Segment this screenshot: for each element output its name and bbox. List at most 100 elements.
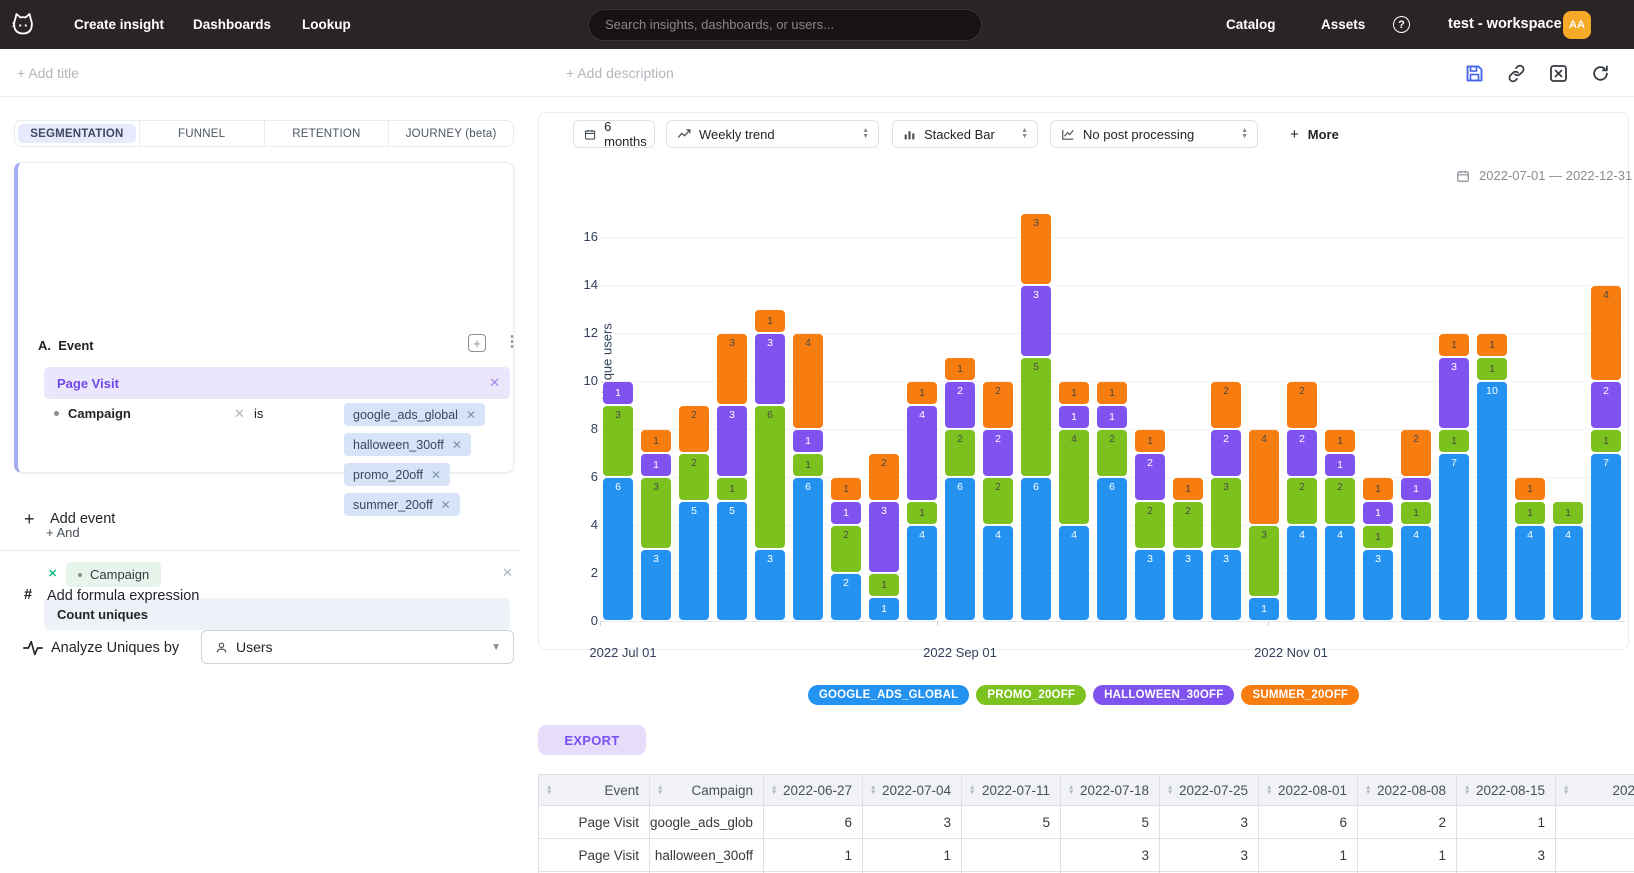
- bar-segment[interactable]: 6: [945, 478, 975, 620]
- bar-segment[interactable]: 1: [1363, 478, 1393, 500]
- more-button[interactable]: +More: [1290, 120, 1339, 148]
- nav-create-insight[interactable]: Create insight: [74, 0, 164, 49]
- bar-segment[interactable]: 5: [1021, 358, 1051, 476]
- add-event-button[interactable]: Add event: [50, 511, 115, 527]
- bar-segment[interactable]: 1: [641, 430, 671, 452]
- bar-segment[interactable]: 3: [755, 334, 785, 404]
- bar-segment[interactable]: 2: [1135, 454, 1165, 500]
- sort-icon[interactable]: ▲▼: [1167, 785, 1173, 795]
- bar-segment[interactable]: 6: [1021, 478, 1051, 620]
- post-processing-select[interactable]: No post processing ▲▼: [1050, 120, 1258, 148]
- bar-segment[interactable]: 2: [831, 574, 861, 620]
- table-header-cell[interactable]: ▲▼2022-08-08: [1358, 774, 1457, 806]
- bar-segment[interactable]: 3: [1249, 526, 1279, 596]
- bar-segment[interactable]: 4: [907, 526, 937, 620]
- sort-icon[interactable]: ▲▼: [969, 785, 975, 795]
- bar-segment[interactable]: 1: [1363, 502, 1393, 524]
- time-range-button[interactable]: 6 months: [573, 120, 655, 148]
- global-search-input[interactable]: Search insights, dashboards, or users...: [588, 9, 982, 41]
- bar-segment[interactable]: 1: [869, 574, 899, 596]
- table-header-cell[interactable]: ▲▼202: [1556, 774, 1634, 806]
- analyze-by-select[interactable]: Users ▼: [201, 630, 514, 664]
- sort-icon[interactable]: ▲▼: [546, 785, 552, 795]
- bar-segment[interactable]: 3: [1135, 550, 1165, 620]
- table-header-cell[interactable]: ▲▼Event: [538, 774, 650, 806]
- table-header-cell[interactable]: ▲▼2022-07-18: [1061, 774, 1160, 806]
- bar-segment[interactable]: 2: [1173, 502, 1203, 548]
- export-button[interactable]: EXPORT: [538, 725, 646, 755]
- bar-segment[interactable]: 1: [1591, 430, 1621, 452]
- add-formula-button[interactable]: Add formula expression: [47, 588, 199, 604]
- bar-segment[interactable]: 2: [679, 454, 709, 500]
- bar-segment[interactable]: 2: [1591, 382, 1621, 428]
- bar-segment[interactable]: 2: [1401, 430, 1431, 476]
- bar-segment[interactable]: 1: [945, 358, 975, 380]
- table-header-cell[interactable]: ▲▼2022-08-01: [1259, 774, 1358, 806]
- close-square-icon[interactable]: [1549, 64, 1568, 83]
- remove-filter-icon[interactable]: ✕: [234, 406, 245, 422]
- sort-icon[interactable]: ▲▼: [1068, 785, 1074, 795]
- add-filter-icon[interactable]: +: [468, 334, 486, 352]
- bar-segment[interactable]: 2: [1211, 382, 1241, 428]
- bar-segment[interactable]: 2: [945, 430, 975, 476]
- bar-segment[interactable]: 3: [641, 478, 671, 548]
- bar-segment[interactable]: 4: [1553, 526, 1583, 620]
- sort-icon[interactable]: ▲▼: [1464, 785, 1470, 795]
- bar-segment[interactable]: 6: [603, 478, 633, 620]
- bar-segment[interactable]: 3: [603, 406, 633, 476]
- bar-segment[interactable]: 2: [983, 478, 1013, 524]
- bar-segment[interactable]: 3: [869, 502, 899, 572]
- bar-segment[interactable]: 4: [793, 334, 823, 428]
- bar-segment[interactable]: 2: [1325, 478, 1355, 524]
- bar-segment[interactable]: 1: [1059, 382, 1089, 404]
- remove-tag-icon[interactable]: ✕: [431, 468, 441, 482]
- bar-segment[interactable]: 1: [1325, 454, 1355, 476]
- help-icon[interactable]: ?: [1393, 16, 1410, 33]
- table-header-cell[interactable]: ▲▼2022-07-11: [962, 774, 1061, 806]
- bar-segment[interactable]: 6: [755, 406, 785, 548]
- sort-icon[interactable]: ▲▼: [657, 785, 663, 795]
- filter-value-tag[interactable]: halloween_30off✕: [344, 433, 471, 456]
- nav-assets[interactable]: Assets: [1321, 0, 1365, 49]
- table-header-cell[interactable]: ▲▼2022-06-27: [764, 774, 863, 806]
- bar-segment[interactable]: 3: [755, 550, 785, 620]
- sort-icon[interactable]: ▲▼: [1563, 785, 1569, 795]
- nav-lookup[interactable]: Lookup: [302, 0, 351, 49]
- bar-segment[interactable]: 2: [983, 382, 1013, 428]
- filter-value-tag[interactable]: google_ads_global✕: [344, 403, 485, 426]
- bar-segment[interactable]: 5: [679, 502, 709, 620]
- bar-segment[interactable]: 3: [1363, 550, 1393, 620]
- filter-operator[interactable]: is: [254, 406, 263, 421]
- remove-tag-icon[interactable]: ✕: [466, 408, 476, 422]
- selected-event-row[interactable]: Page Visit ✕: [44, 367, 510, 399]
- bar-segment[interactable]: 7: [1591, 454, 1621, 620]
- bar-segment[interactable]: 4: [1325, 526, 1355, 620]
- filter-value-tag[interactable]: promo_20off✕: [344, 463, 450, 486]
- sort-icon[interactable]: ▲▼: [1365, 785, 1371, 795]
- bar-segment[interactable]: 1: [1515, 478, 1545, 500]
- legend-pill[interactable]: PROMO_20OFF: [976, 685, 1086, 705]
- bar-segment[interactable]: 4: [1515, 526, 1545, 620]
- bar-segment[interactable]: 1: [717, 478, 747, 500]
- table-header-cell[interactable]: ▲▼2022-07-25: [1160, 774, 1259, 806]
- bar-segment[interactable]: 2: [679, 406, 709, 452]
- bar-segment[interactable]: 6: [1097, 478, 1127, 620]
- tab-journey[interactable]: JOURNEY (beta): [388, 121, 513, 146]
- add-description-placeholder[interactable]: + Add description: [566, 49, 674, 97]
- bar-segment[interactable]: 3: [717, 406, 747, 476]
- tab-retention[interactable]: RETENTION: [264, 121, 389, 146]
- bar-segment[interactable]: 2: [1135, 502, 1165, 548]
- bar-segment[interactable]: 2: [1211, 430, 1241, 476]
- bar-segment[interactable]: 1: [1325, 430, 1355, 452]
- bar-segment[interactable]: 3: [641, 550, 671, 620]
- tab-funnel[interactable]: FUNNEL: [139, 121, 264, 146]
- legend-pill[interactable]: SUMMER_20OFF: [1241, 685, 1359, 705]
- bar-segment[interactable]: 1: [755, 310, 785, 332]
- bar-segment[interactable]: 1: [1173, 478, 1203, 500]
- nav-catalog[interactable]: Catalog: [1226, 0, 1276, 49]
- bar-segment[interactable]: 4: [983, 526, 1013, 620]
- bar-segment[interactable]: 1: [1439, 430, 1469, 452]
- bar-segment[interactable]: 1: [1097, 382, 1127, 404]
- clear-breakdown-icon[interactable]: ✕: [502, 565, 513, 581]
- bar-segment[interactable]: 1: [907, 382, 937, 404]
